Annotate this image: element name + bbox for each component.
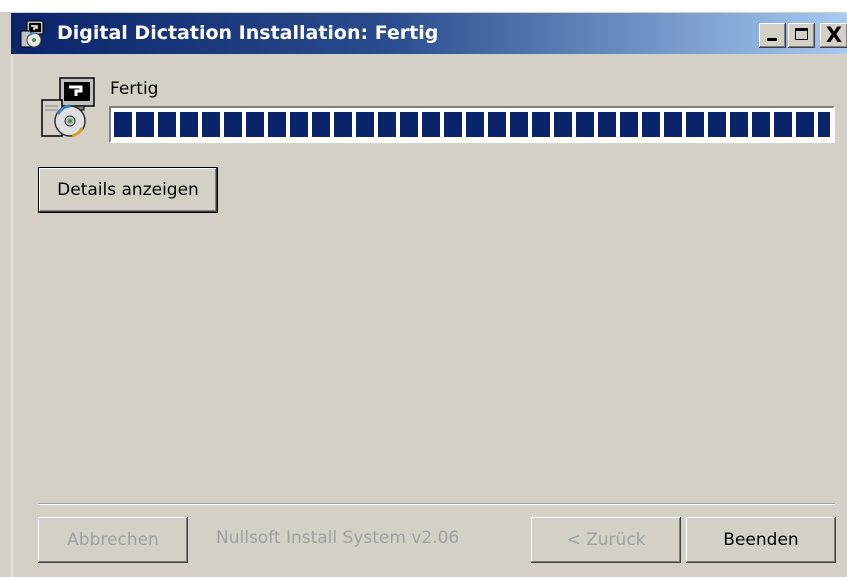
progress-bar-fill <box>114 112 830 137</box>
minimize-button[interactable] <box>759 23 786 48</box>
window-title: Digital Dictation Installation: Fertig <box>57 22 439 44</box>
show-details-button[interactable]: Details anzeigen <box>38 167 218 213</box>
window-left-edge <box>11 54 13 577</box>
status-text: Fertig <box>110 79 159 99</box>
nsis-branding-text: Nullsoft Install System v2.06 <box>216 528 460 548</box>
maximize-icon <box>795 28 808 40</box>
installer-window: Digital Dictation Installation: Fertig X… <box>0 0 847 577</box>
close-icon: X <box>825 23 843 47</box>
cancel-button[interactable]: Abbrechen <box>38 517 188 563</box>
title-bar[interactable]: Digital Dictation Installation: Fertig X <box>11 13 847 54</box>
back-button[interactable]: < Zurück <box>531 517 681 563</box>
finish-button[interactable]: Beenden <box>686 517 836 563</box>
progress-bar <box>109 106 835 143</box>
installer-icon <box>20 20 44 48</box>
minimize-icon <box>767 38 777 41</box>
close-button[interactable]: X <box>820 23 847 48</box>
installer-computer-cd-icon <box>41 77 95 138</box>
footer-separator <box>38 503 835 505</box>
desktop-strip <box>0 0 847 12</box>
maximize-button[interactable] <box>788 23 815 48</box>
